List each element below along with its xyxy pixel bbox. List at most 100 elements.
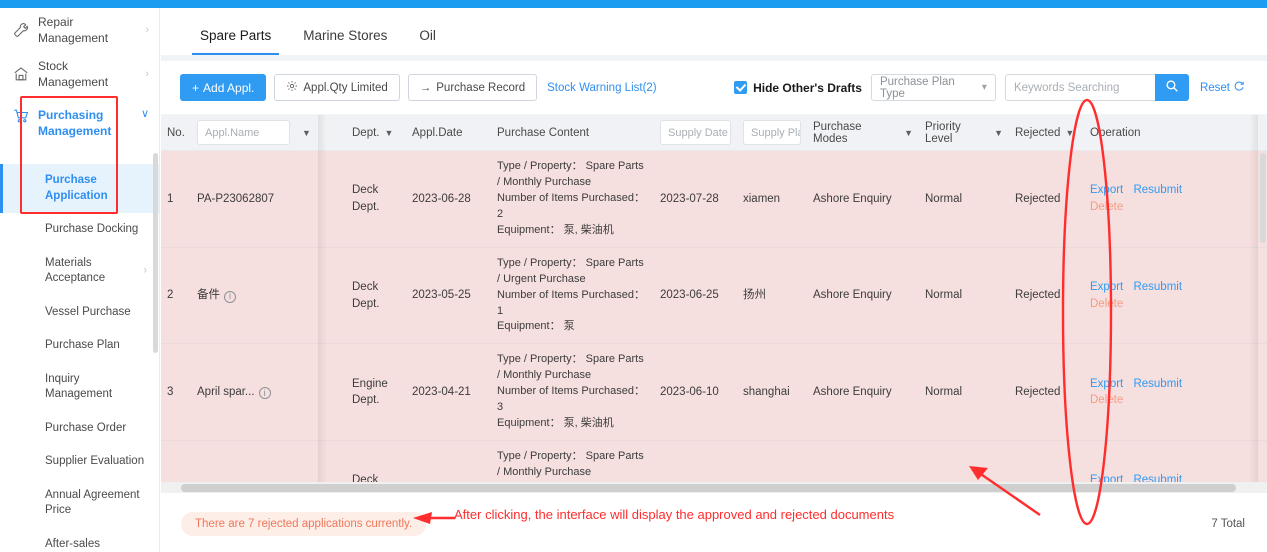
sidebar-item-materials-acceptance[interactable]: Materials Acceptance › bbox=[0, 247, 159, 296]
table-header-row: No. Appl.Name ▼ Dept. ▼ Appl.Date Purcha… bbox=[161, 115, 1267, 151]
sidebar-item-annual-agreement-price[interactable]: Annual Agreement Price bbox=[0, 479, 159, 528]
cell-spacer bbox=[296, 191, 346, 207]
cell-spacer bbox=[296, 384, 346, 400]
sidebar-sub-label: Purchase Docking bbox=[45, 223, 139, 236]
add-appl-label: Add Appl. bbox=[203, 80, 255, 95]
cell-priority: Normal bbox=[925, 385, 963, 398]
sidebar-item-label: Repair Management bbox=[38, 14, 109, 45]
purchase-record-button[interactable]: → Purchase Record bbox=[407, 74, 538, 101]
chevron-down-icon: ▼ bbox=[904, 127, 913, 138]
col-header-operation: Operation bbox=[1090, 126, 1141, 139]
table-row[interactable]: 2 备件 i Deck Dept. 2023-05-25 Type / Prope… bbox=[161, 247, 1267, 345]
export-link[interactable]: Export bbox=[1090, 378, 1123, 390]
app-root: Repair Management › Stock Management › P… bbox=[0, 0, 1267, 552]
col-header-status[interactable]: Rejected ▼ bbox=[1009, 127, 1084, 139]
sidebar-scrollbar[interactable] bbox=[153, 153, 158, 353]
refresh-icon bbox=[1233, 80, 1245, 95]
rejected-count-badge[interactable]: There are 7 rejected applications curren… bbox=[181, 512, 427, 536]
appl-name-filter-input[interactable]: Appl.Name bbox=[197, 120, 290, 145]
delete-link[interactable]: Delete bbox=[1090, 298, 1123, 310]
col-header-supply-place: Supply Place bbox=[737, 120, 807, 145]
stock-warning-list-link[interactable]: Stock Warning List(2) bbox=[547, 82, 657, 94]
sidebar-sub-label: Vessel Purchase bbox=[45, 305, 131, 318]
sidebar-item-stock-management[interactable]: Stock Management › bbox=[0, 52, 159, 96]
search-group bbox=[1004, 74, 1189, 101]
table-horizontal-scrollbar[interactable] bbox=[161, 482, 1267, 493]
table-vertical-scrollbar[interactable] bbox=[1260, 153, 1266, 243]
cell-supply-place: xiamen bbox=[743, 192, 781, 205]
appl-name-text: April spar... bbox=[197, 385, 255, 398]
add-appl-button[interactable]: + Add Appl. bbox=[180, 74, 267, 101]
col-header-priority-level-label: Priority Level bbox=[925, 120, 961, 145]
supply-date-filter-input[interactable]: Supply Date bbox=[660, 120, 731, 145]
toolbar-right-group: Hide Other's Drafts Purchase Plan Type ▾ bbox=[734, 74, 1245, 101]
sidebar-sub-label: Supplier Evaluation bbox=[45, 455, 145, 468]
content-type: Type / Property： Spare Parts / Monthly P… bbox=[497, 353, 644, 382]
reset-button[interactable]: Reset bbox=[1200, 80, 1245, 95]
annotation-note-text: After clicking, the interface will displ… bbox=[454, 507, 895, 522]
cell-supply-place: 扬州 bbox=[743, 289, 766, 302]
content-equipment: Equipment： 泵 bbox=[497, 320, 575, 333]
col-header-priority-level[interactable]: Priority Level ▼ bbox=[919, 121, 1009, 145]
chevron-down-icon: ▼ bbox=[1065, 127, 1075, 138]
chevron-down-icon: ▼ bbox=[384, 127, 394, 138]
export-link[interactable]: Export bbox=[1090, 281, 1123, 293]
chevron-down-icon: ▼ bbox=[994, 127, 1003, 138]
cell-appl-name[interactable]: April spar... i bbox=[191, 376, 296, 409]
tab-oil[interactable]: Oil bbox=[403, 28, 452, 55]
col-header-purchase-modes[interactable]: Purchase Modes ▼ bbox=[807, 121, 919, 145]
sidebar-sub-label: Annual Agreement Price bbox=[45, 488, 140, 517]
chevron-right-icon: › bbox=[145, 68, 149, 80]
sidebar-item-purchase-order[interactable]: Purchase Order bbox=[0, 412, 159, 446]
resubmit-link[interactable]: Resubmit bbox=[1133, 184, 1182, 196]
sidebar-item-purchase-plan[interactable]: Purchase Plan bbox=[0, 329, 159, 363]
delete-link[interactable]: Delete bbox=[1090, 201, 1123, 213]
col-header-dept-label: Dept. bbox=[352, 126, 380, 139]
col-header-purchase-modes-label: Purchase Modes bbox=[813, 120, 862, 145]
resubmit-link[interactable]: Resubmit bbox=[1133, 378, 1182, 390]
sidebar-item-purchase-application[interactable]: Purchase Application bbox=[0, 164, 159, 214]
cell-appl-date: 2023-04-21 bbox=[412, 385, 471, 398]
chevron-right-icon: › bbox=[145, 24, 149, 36]
cell-purchase-mode: Ashore Enquiry bbox=[813, 385, 892, 398]
export-link[interactable]: Export bbox=[1090, 184, 1123, 196]
sidebar-item-label: Purchasing Management bbox=[38, 108, 112, 139]
sidebar-item-vessel-purchase[interactable]: Vessel Purchase bbox=[0, 296, 159, 330]
col-header-filter-caret[interactable]: ▼ bbox=[296, 128, 346, 138]
sidebar-sub-label: Purchase Plan bbox=[45, 339, 120, 352]
sidebar-item-inquiry-management[interactable]: Inquiry Management bbox=[0, 363, 159, 412]
tab-marine-stores[interactable]: Marine Stores bbox=[287, 28, 403, 55]
cell-appl-name[interactable]: 备件 i bbox=[191, 279, 296, 312]
cell-no: 3 bbox=[167, 385, 174, 398]
appl-name-text: 备件 bbox=[197, 289, 220, 302]
sidebar-item-repair-management[interactable]: Repair Management › bbox=[0, 8, 159, 52]
tab-spare-parts[interactable]: Spare Parts bbox=[184, 28, 287, 55]
hide-others-drafts-checkbox[interactable]: Hide Other's Drafts bbox=[734, 81, 862, 95]
purchase-plan-type-select[interactable]: Purchase Plan Type ▾ bbox=[870, 74, 996, 101]
appl-qty-limited-button[interactable]: Appl.Qty Limited bbox=[274, 74, 400, 101]
cell-appl-date: 2023-05-25 bbox=[412, 289, 471, 302]
info-icon[interactable]: i bbox=[224, 290, 236, 303]
chevron-down-icon: ∨ bbox=[140, 108, 149, 120]
supply-place-filter-input[interactable]: Supply Place bbox=[743, 120, 801, 145]
cell-operation: Export Resubmit Delete bbox=[1084, 174, 1209, 223]
sidebar-item-supplier-evaluation[interactable]: Supplier Evaluation bbox=[0, 445, 159, 479]
table-row[interactable]: 3 April spar... i Engine Dept. 2023-04-21… bbox=[161, 344, 1267, 442]
col-header-dept[interactable]: Dept. ▼ bbox=[346, 127, 406, 139]
table-row[interactable]: 1 PA-P23062807 Deck Dept. 2023-06-28 Typ… bbox=[161, 151, 1267, 248]
cell-appl-name[interactable]: PA-P23062807 bbox=[191, 183, 296, 216]
resubmit-link[interactable]: Resubmit bbox=[1133, 281, 1182, 293]
delete-link[interactable]: Delete bbox=[1090, 394, 1123, 406]
sidebar-item-after-sales-feedback[interactable]: After-sales Feedback bbox=[0, 528, 159, 552]
scrollbar-thumb[interactable] bbox=[181, 484, 1236, 492]
sidebar-sub-label: After-sales Feedback bbox=[45, 537, 100, 550]
sidebar-item-purchasing-management[interactable]: Purchasing Management ∨ bbox=[0, 96, 159, 164]
plus-icon: + bbox=[192, 80, 200, 95]
col-header-appl-date: Appl.Date bbox=[412, 126, 463, 139]
info-icon[interactable]: i bbox=[258, 387, 271, 400]
chevron-down-icon: ▾ bbox=[981, 82, 987, 93]
search-button[interactable] bbox=[1154, 74, 1189, 101]
cell-purchase-content: Type / Property： Spare Parts / Monthly P… bbox=[491, 151, 654, 247]
search-input[interactable] bbox=[1004, 74, 1155, 101]
sidebar-item-purchase-docking[interactable]: Purchase Docking bbox=[0, 213, 159, 247]
